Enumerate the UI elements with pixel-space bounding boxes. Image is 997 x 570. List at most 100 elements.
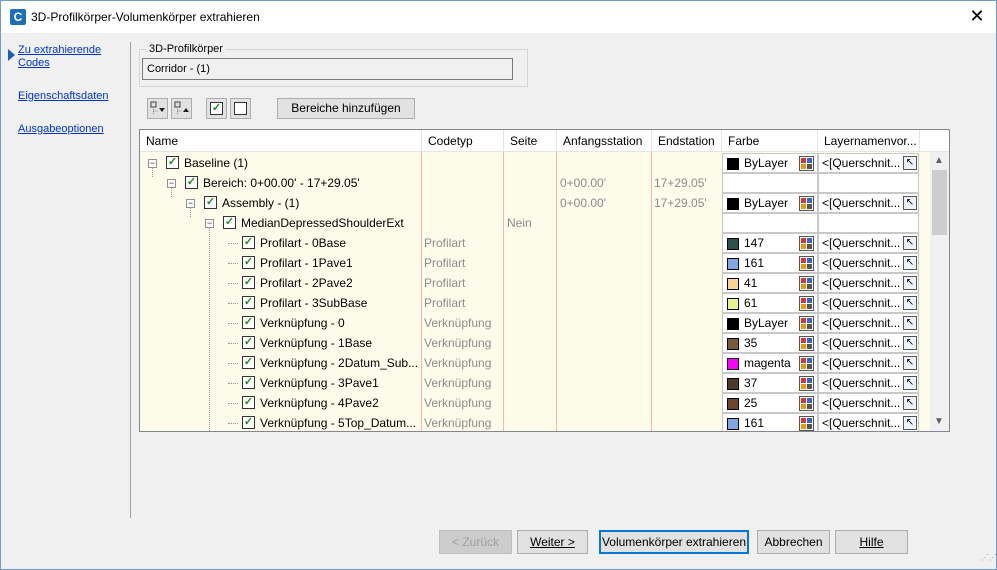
color-cell[interactable]: 161: [722, 413, 818, 431]
layer-cell[interactable]: <[Querschnit... ↖: [818, 293, 919, 313]
layer-cell[interactable]: <[Querschnit... ↖: [818, 413, 919, 431]
row-checkbox[interactable]: ✓: [242, 236, 255, 249]
layer-edit-icon[interactable]: ↖: [903, 376, 917, 390]
table-row[interactable]: ✓ Verknüpfung - 2Datum_Sub... Verknüpfung …: [140, 353, 930, 373]
color-cell[interactable]: 25: [722, 393, 818, 413]
scroll-up-icon[interactable]: ▲: [934, 155, 944, 166]
layer-edit-icon[interactable]: ↖: [903, 356, 917, 370]
color-cell[interactable]: ByLayer: [722, 313, 818, 333]
table-row[interactable]: ✓ Profilart - 3SubBase Profilart 61 <[Quer…: [140, 293, 930, 313]
column-header-side[interactable]: Seite: [504, 130, 557, 152]
layer-edit-icon[interactable]: ↖: [903, 416, 917, 430]
color-picker-icon[interactable]: [799, 296, 814, 311]
layer-edit-icon[interactable]: ↖: [903, 196, 917, 210]
table-row[interactable]: − ✓ MedianDepressedShoulderExt Nein: [140, 213, 930, 233]
color-cell[interactable]: ByLayer: [722, 193, 818, 213]
row-checkbox[interactable]: ✓: [242, 416, 255, 429]
vertical-scrollbar[interactable]: ▲ ▼: [930, 152, 949, 431]
layer-edit-icon[interactable]: ↖: [903, 156, 917, 170]
table-row[interactable]: − ✓ Bereich: 0+00.00' - 17+29.05' 0+00.00' 1…: [140, 173, 930, 193]
color-cell[interactable]: 35: [722, 333, 818, 353]
expand-all-button[interactable]: [147, 98, 168, 119]
column-header-name[interactable]: Name: [140, 130, 422, 152]
column-header-codetype[interactable]: Codetyp: [422, 130, 504, 152]
table-row[interactable]: ✓ Verknüpfung - 0 Verknüpfung ByLayer <[Qu…: [140, 313, 930, 333]
color-picker-icon[interactable]: [799, 356, 814, 371]
row-checkbox[interactable]: ✓: [185, 176, 198, 189]
select-all-button[interactable]: ✓: [206, 98, 227, 119]
scroll-thumb[interactable]: [932, 170, 947, 235]
table-row[interactable]: ✓ Profilart - 0Base Profilart 147 <[Quersc…: [140, 233, 930, 253]
layer-edit-icon[interactable]: ↖: [903, 236, 917, 250]
row-checkbox[interactable]: ✓: [242, 356, 255, 369]
color-picker-icon[interactable]: [799, 196, 814, 211]
next-button[interactable]: Weiter >: [517, 530, 588, 554]
table-row[interactable]: ✓ Profilart - 1Pave1 Profilart 161 <[Quers…: [140, 253, 930, 273]
extract-solids-button[interactable]: Volumenkörper extrahieren: [599, 530, 749, 554]
close-icon[interactable]: ✕: [963, 5, 991, 29]
nav-item-output-options[interactable]: Ausgabeoptionen: [18, 123, 104, 136]
layer-edit-icon[interactable]: ↖: [903, 256, 917, 270]
color-picker-icon[interactable]: [799, 276, 814, 291]
color-picker-icon[interactable]: [799, 396, 814, 411]
layer-cell[interactable]: <[Querschnit... ↖: [818, 233, 919, 253]
color-cell[interactable]: 61: [722, 293, 818, 313]
layer-cell[interactable]: <[Querschnit... ↖: [818, 373, 919, 393]
layer-cell[interactable]: <[Querschnit... ↖: [818, 153, 919, 173]
row-checkbox[interactable]: ✓: [166, 156, 179, 169]
color-picker-icon[interactable]: [799, 336, 814, 351]
table-row[interactable]: ✓ Verknüpfung - 5Top_Datum... Verknüpfung …: [140, 413, 930, 431]
cancel-button[interactable]: Abbrechen: [757, 530, 830, 554]
layer-edit-icon[interactable]: ↖: [903, 336, 917, 350]
color-picker-icon[interactable]: [799, 256, 814, 271]
table-row[interactable]: − ✓ Assembly - (1) 0+00.00' 17+29.05' ByLaye…: [140, 193, 930, 213]
layer-cell[interactable]: <[Querschnit... ↖: [818, 393, 919, 413]
row-checkbox[interactable]: ✓: [242, 256, 255, 269]
scroll-down-icon[interactable]: ▼: [934, 416, 944, 427]
help-button[interactable]: Hilfe: [835, 530, 908, 554]
column-header-end-station[interactable]: Endstation: [652, 130, 722, 152]
add-regions-button[interactable]: Bereiche hinzufügen: [277, 98, 415, 119]
row-checkbox[interactable]: ✓: [242, 276, 255, 289]
table-row[interactable]: ✓ Verknüpfung - 1Base Verknüpfung 35 <[Que…: [140, 333, 930, 353]
row-checkbox[interactable]: ✓: [223, 216, 236, 229]
collapse-all-button[interactable]: [171, 98, 192, 119]
table-row[interactable]: ✓ Verknüpfung - 3Pave1 Verknüpfung 37 <[Qu…: [140, 373, 930, 393]
layer-cell[interactable]: <[Querschnit... ↖: [818, 193, 919, 213]
back-button[interactable]: < Zurück: [439, 530, 512, 554]
column-header-layer-prefix[interactable]: Layernamenvor...: [818, 130, 920, 152]
color-cell[interactable]: 37: [722, 373, 818, 393]
layer-cell[interactable]: <[Querschnit... ↖: [818, 313, 919, 333]
color-cell[interactable]: 147: [722, 233, 818, 253]
resize-grip-icon[interactable]: ⋰⋰: [981, 554, 997, 569]
deselect-all-button[interactable]: [230, 98, 251, 119]
table-row[interactable]: − ✓ Baseline (1) ByLayer <[Querschnit... ↖: [140, 153, 930, 173]
table-row[interactable]: ✓ Profilart - 2Pave2 Profilart 41 <[Quersc…: [140, 273, 930, 293]
color-picker-icon[interactable]: [799, 316, 814, 331]
layer-cell[interactable]: <[Querschnit... ↖: [818, 333, 919, 353]
layer-cell[interactable]: <[Querschnit... ↖: [818, 273, 919, 293]
color-picker-icon[interactable]: [799, 236, 814, 251]
layer-cell[interactable]: <[Querschnit... ↖: [818, 353, 919, 373]
column-header-color[interactable]: Farbe: [722, 130, 818, 152]
layer-edit-icon[interactable]: ↖: [903, 316, 917, 330]
row-checkbox[interactable]: ✓: [242, 316, 255, 329]
color-picker-icon[interactable]: [799, 376, 814, 391]
layer-edit-icon[interactable]: ↖: [903, 276, 917, 290]
color-cell[interactable]: ByLayer: [722, 153, 818, 173]
color-picker-icon[interactable]: [799, 156, 814, 171]
color-picker-icon[interactable]: [799, 416, 814, 431]
nav-item-property-data[interactable]: Eigenschaftsdaten: [18, 90, 109, 103]
row-checkbox[interactable]: ✓: [242, 296, 255, 309]
row-checkbox[interactable]: ✓: [242, 396, 255, 409]
row-checkbox[interactable]: ✓: [242, 376, 255, 389]
nav-item-codes[interactable]: Zu extrahierende Codes: [18, 44, 118, 70]
row-checkbox[interactable]: ✓: [242, 336, 255, 349]
color-cell[interactable]: magenta: [722, 353, 818, 373]
color-cell[interactable]: 41: [722, 273, 818, 293]
column-header-start-station[interactable]: Anfangsstation: [557, 130, 652, 152]
color-cell[interactable]: 161: [722, 253, 818, 273]
layer-cell[interactable]: <[Querschnit... ↖: [818, 253, 919, 273]
layer-edit-icon[interactable]: ↖: [903, 296, 917, 310]
layer-edit-icon[interactable]: ↖: [903, 396, 917, 410]
